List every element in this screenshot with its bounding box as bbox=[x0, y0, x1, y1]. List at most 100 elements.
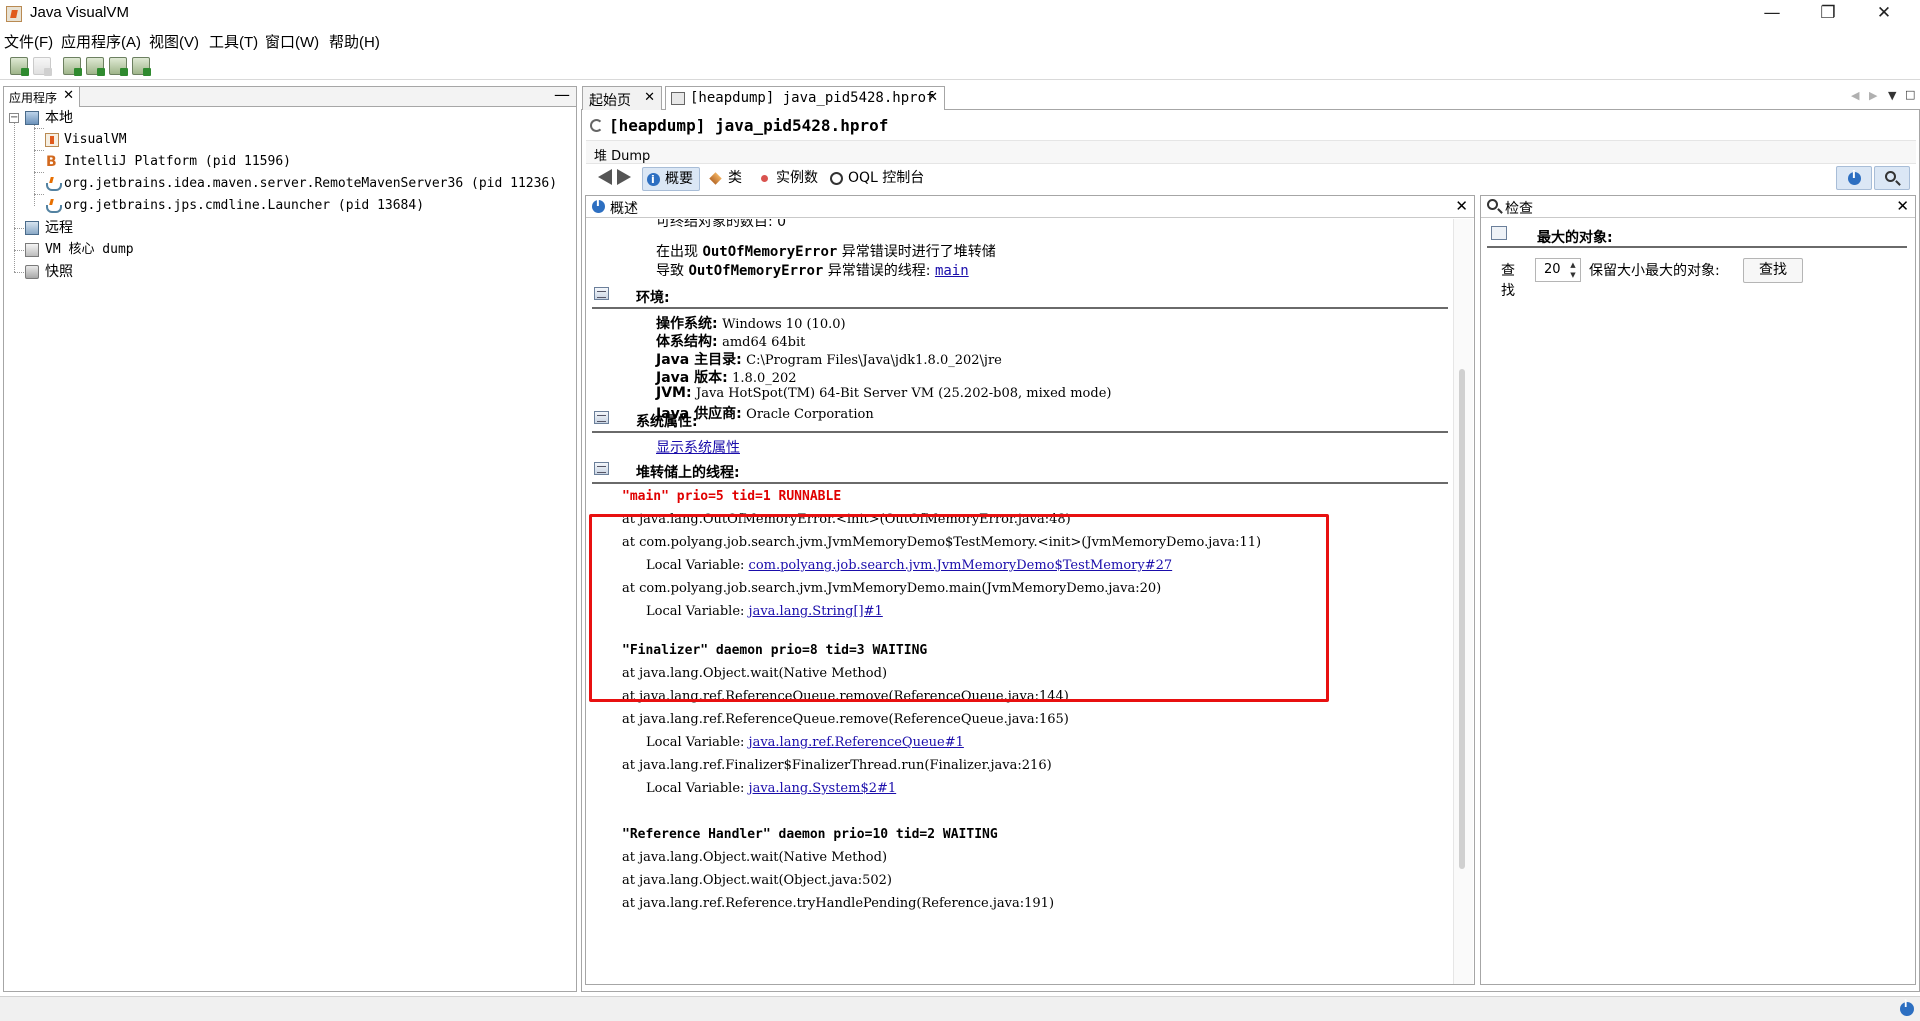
count-spinner[interactable]: 20 ▲ ▼ bbox=[1535, 258, 1581, 282]
tree-node-intellij[interactable]: IntelliJ Platform (pid 11596) bbox=[4, 152, 574, 172]
toggle-inspect-button[interactable] bbox=[1874, 166, 1910, 190]
status-bar bbox=[0, 996, 1920, 1021]
java-icon bbox=[45, 177, 62, 191]
tree-node-remote[interactable]: 远程 bbox=[4, 218, 574, 238]
view-instances-button[interactable]: 实例数 bbox=[754, 167, 824, 191]
view-oql-button[interactable]: OQL 控制台 bbox=[826, 167, 930, 191]
oom-thread-link[interactable]: main bbox=[935, 263, 969, 279]
threads-title: 堆转储上的线程: bbox=[636, 465, 740, 481]
tree-label: org.jetbrains.idea.maven.server.RemoteMa… bbox=[64, 176, 558, 191]
env-os: 操作系统: Windows 10 (10.0) bbox=[656, 316, 846, 332]
restore-button[interactable]: ❐ bbox=[1800, 0, 1856, 28]
stack-frame: at com.polyang.job.search.jvm.JvmMemoryD… bbox=[622, 535, 1262, 550]
close-icon[interactable]: ✕ bbox=[927, 90, 938, 105]
back-icon[interactable] bbox=[598, 169, 612, 185]
local-variable-link[interactable]: java.lang.System$2#1 bbox=[749, 781, 897, 796]
section-icon bbox=[1491, 226, 1507, 240]
spinner-up-icon[interactable]: ▲ bbox=[1568, 260, 1578, 270]
inspect-header: 检查 ✕ bbox=[1481, 196, 1915, 218]
show-system-properties-link[interactable]: 显示系统属性 bbox=[656, 437, 740, 457]
close-window-button[interactable]: ✕ bbox=[1856, 0, 1912, 28]
menu-help[interactable]: 帮助(H) bbox=[329, 31, 380, 52]
tab-list-icon[interactable]: ▼ bbox=[1888, 89, 1896, 102]
heapdump-document: [heapdump] java_pid5428.hprof 堆 Dump 概要 … bbox=[581, 110, 1920, 992]
view-summary-button[interactable]: 概要 bbox=[642, 167, 700, 191]
open-icon[interactable] bbox=[10, 57, 29, 76]
title-bar: Java VisualVM — ❐ ✕ bbox=[0, 0, 1920, 28]
view-classes-button[interactable]: 类 bbox=[706, 167, 748, 191]
minimize-button[interactable]: — bbox=[1744, 0, 1800, 28]
tree-node-local[interactable]: − 本地 bbox=[4, 108, 574, 128]
snapshot-icon[interactable] bbox=[109, 57, 128, 76]
thread-dump-icon[interactable] bbox=[132, 57, 151, 76]
tab-start-page[interactable]: 起始页 ✕ bbox=[582, 86, 662, 110]
search-icon bbox=[1487, 199, 1498, 210]
menu-tools[interactable]: 工具(T) bbox=[209, 31, 258, 52]
stack-frame: at java.lang.Object.wait(Native Method) bbox=[622, 666, 888, 681]
view-oql-label: OQL 控制台 bbox=[848, 170, 925, 186]
oom-line-1: 在出现 OutOfMemoryError 异常错误时进行了堆转储 bbox=[656, 244, 996, 260]
core-dump-icon bbox=[25, 243, 39, 257]
stack-frame: at java.lang.ref.Reference.tryHandlePend… bbox=[622, 896, 1055, 911]
overview-panel: 概述 ✕ 可终结对象的数目: 0 在出现 OutOfMemoryError 异常… bbox=[585, 195, 1475, 985]
tree-label: VisualVM bbox=[64, 132, 127, 147]
env-java-home: Java 主目录: C:\Program Files\Java\jdk1.8.0… bbox=[656, 352, 1002, 368]
menu-applications[interactable]: 应用程序(A) bbox=[61, 31, 141, 52]
heap-dump-icon[interactable] bbox=[86, 57, 105, 76]
section-icon bbox=[594, 462, 609, 475]
document-tabbar: 起始页 ✕ [heapdump] java_pid5428.hprof ✕ ◀ … bbox=[581, 86, 1920, 111]
view-instances-label: 实例数 bbox=[776, 170, 818, 186]
thread-reference-handler-header: "Reference Handler" daemon prio=10 tid=2… bbox=[622, 827, 998, 842]
heap-dump-label: 堆 Dump bbox=[594, 149, 651, 164]
document-title-text: [heapdump] java_pid5428.hprof bbox=[609, 116, 889, 135]
section-icon bbox=[594, 287, 609, 300]
view-bar: 概要 类 实例数 OQL 控制台 bbox=[586, 166, 1916, 192]
visualvm-icon bbox=[45, 133, 59, 147]
oom-line-2: 导致 OutOfMemoryError 异常错误的线程: main bbox=[656, 263, 969, 279]
info-icon bbox=[592, 196, 605, 213]
scrollbar-thumb[interactable] bbox=[1459, 369, 1465, 869]
close-icon[interactable]: ✕ bbox=[1455, 197, 1468, 215]
overview-scrollbar[interactable] bbox=[1453, 219, 1473, 984]
menu-file[interactable]: 文件(F) bbox=[4, 31, 53, 52]
local-variable: Local Variable: com.polyang.job.search.j… bbox=[646, 558, 1173, 573]
spinner-down-icon[interactable]: ▼ bbox=[1568, 270, 1578, 280]
loading-icon bbox=[590, 119, 603, 132]
close-icon[interactable]: ✕ bbox=[644, 90, 655, 105]
environment-title: 环境: bbox=[636, 290, 670, 306]
forward-icon[interactable] bbox=[617, 169, 631, 185]
overview-title: 概述 bbox=[610, 201, 638, 217]
menu-window[interactable]: 窗口(W) bbox=[265, 31, 319, 52]
close-icon[interactable]: ✕ bbox=[63, 88, 74, 103]
tab-heapdump[interactable]: [heapdump] java_pid5428.hprof ✕ bbox=[665, 86, 945, 111]
visualvm-app-icon bbox=[6, 6, 22, 22]
minimize-panel-button[interactable]: — bbox=[554, 85, 570, 104]
local-variable-link[interactable]: java.lang.ref.ReferenceQueue#1 bbox=[749, 735, 964, 750]
main-area: 起始页 ✕ [heapdump] java_pid5428.hprof ✕ ◀ … bbox=[581, 86, 1920, 992]
env-jvm: JVM: Java HotSpot(TM) 64-Bit Server VM (… bbox=[656, 385, 1112, 401]
stack-frame: at java.lang.ref.ReferenceQueue.remove(R… bbox=[622, 689, 1069, 704]
add-jmx-icon[interactable] bbox=[63, 57, 82, 76]
tree-node-maven-server[interactable]: org.jetbrains.idea.maven.server.RemoteMa… bbox=[4, 174, 574, 194]
close-icon[interactable]: ✕ bbox=[1896, 197, 1909, 215]
collapse-icon[interactable]: − bbox=[9, 113, 19, 123]
local-variable-link[interactable]: com.polyang.job.search.jvm.JvmMemoryDemo… bbox=[749, 558, 1173, 573]
tree-node-snapshots[interactable]: 快照 bbox=[4, 262, 574, 282]
local-variable-link[interactable]: java.lang.String[]#1 bbox=[749, 604, 883, 619]
applications-tree: − 本地 VisualVM IntelliJ Platform (pid 115… bbox=[4, 108, 576, 988]
menu-view[interactable]: 视图(V) bbox=[149, 31, 199, 52]
tree-node-vm-core-dump[interactable]: VM 核心 dump bbox=[4, 240, 574, 260]
notification-icon[interactable] bbox=[1900, 999, 1914, 1016]
environment-section-header: 环境: bbox=[586, 285, 1448, 311]
tree-node-visualvm[interactable]: VisualVM bbox=[4, 130, 574, 150]
tab-scroll-left-icon[interactable]: ◀ bbox=[1851, 89, 1859, 102]
find-button[interactable]: 查找 bbox=[1743, 258, 1803, 283]
stack-frame: at java.lang.ref.ReferenceQueue.remove(R… bbox=[622, 712, 1069, 727]
local-variable: Local Variable: java.lang.ref.ReferenceQ… bbox=[646, 735, 964, 750]
tab-scroll-right-icon[interactable]: ▶ bbox=[1869, 89, 1877, 102]
maximize-icon[interactable]: □ bbox=[1905, 88, 1915, 101]
save-icon[interactable] bbox=[33, 57, 52, 76]
toggle-info-button[interactable] bbox=[1836, 166, 1872, 190]
tab-applications[interactable]: 应用程序 ✕ bbox=[4, 87, 81, 107]
tree-node-jps-launcher[interactable]: org.jetbrains.jps.cmdline.Launcher (pid … bbox=[4, 196, 574, 216]
